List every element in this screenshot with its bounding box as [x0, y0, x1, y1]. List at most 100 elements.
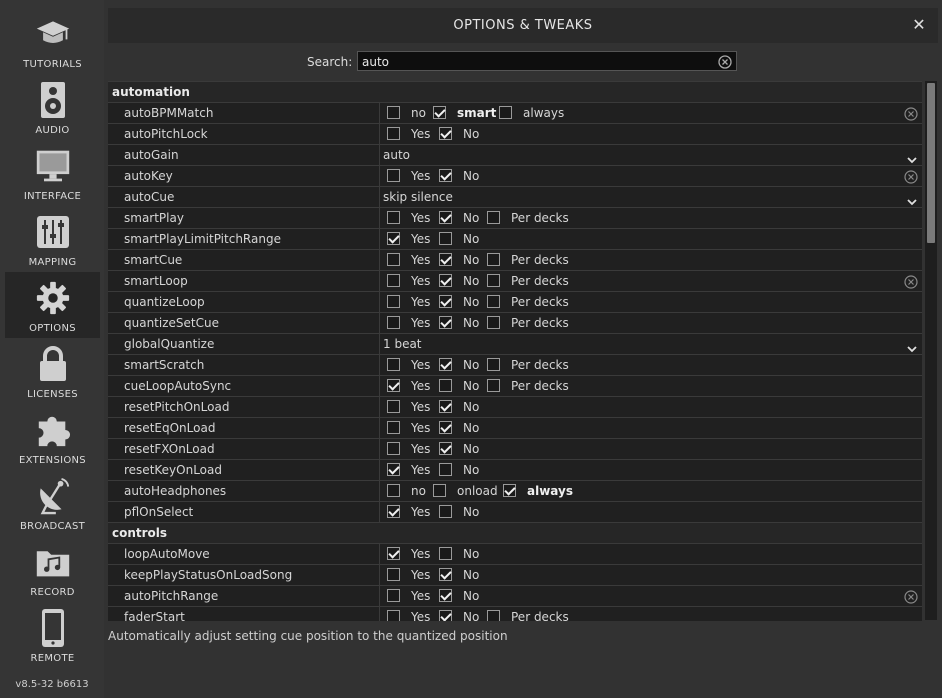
dropdown-value: 1 beat	[383, 337, 422, 351]
checkbox-no[interactable]	[387, 106, 400, 119]
checkbox-yes[interactable]	[387, 610, 400, 621]
search-label: Search:	[307, 55, 353, 69]
checkbox-label: No	[463, 589, 480, 603]
checkbox-no[interactable]	[439, 232, 452, 245]
checkbox-label: no	[411, 484, 426, 498]
sidebar-item-licenses[interactable]: LICENSES	[5, 338, 100, 404]
checkbox-yes[interactable]	[387, 442, 400, 455]
reset-button[interactable]	[904, 274, 918, 293]
checkbox-label: Yes	[411, 463, 431, 477]
checkbox-per-decks[interactable]	[487, 274, 500, 287]
checkbox-no[interactable]	[439, 211, 452, 224]
checkbox-yes[interactable]	[387, 274, 400, 287]
checkbox-no[interactable]	[439, 505, 452, 518]
checkbox-no[interactable]	[439, 547, 452, 560]
checkbox-no[interactable]	[439, 610, 452, 621]
clear-icon	[904, 169, 918, 188]
checkbox-yes[interactable]	[387, 316, 400, 329]
checkbox-yes[interactable]	[387, 295, 400, 308]
checkbox-per-decks[interactable]	[487, 358, 500, 371]
checkbox-yes[interactable]	[387, 358, 400, 371]
search-input[interactable]	[362, 54, 702, 69]
checkbox-label: Yes	[411, 505, 431, 519]
sidebar-item-tutorials[interactable]: TUTORIALS	[5, 8, 100, 74]
option-name: smartScratch	[124, 358, 205, 372]
checkbox-yes[interactable]	[387, 547, 400, 560]
checkbox-label: Per decks	[511, 211, 569, 225]
checkbox-no[interactable]	[439, 442, 452, 455]
checkbox-per-decks[interactable]	[487, 379, 500, 392]
option-dropdown[interactable]: auto	[380, 145, 922, 166]
checkbox-no[interactable]	[439, 400, 452, 413]
checkbox-yes[interactable]	[387, 211, 400, 224]
checkbox-yes[interactable]	[387, 253, 400, 266]
checkbox-label: No	[463, 568, 480, 582]
option-row-smartPlayLimitPitchRange: smartPlayLimitPitchRange Yes No	[108, 229, 922, 250]
option-row-resetKeyOnLoad: resetKeyOnLoad Yes No	[108, 460, 922, 481]
option-value: Yes No	[380, 418, 922, 439]
checkbox-label: Yes	[411, 169, 431, 183]
option-name: quantizeLoop	[124, 295, 205, 309]
checkbox-label: No	[463, 505, 480, 519]
dialog-titlebar: OPTIONS & TWEAKS ✕	[108, 8, 938, 43]
reset-button[interactable]	[904, 589, 918, 608]
checkbox-label: Yes	[411, 442, 431, 456]
checkbox-per-decks[interactable]	[487, 316, 500, 329]
checkbox-no[interactable]	[387, 484, 400, 497]
checkbox-per-decks[interactable]	[487, 295, 500, 308]
checkbox-yes[interactable]	[387, 463, 400, 476]
search-clear-button[interactable]	[718, 54, 732, 73]
option-dropdown[interactable]: skip silence	[380, 187, 922, 208]
sidebar-item-remote[interactable]: REMOTE	[5, 602, 100, 668]
scrollbar[interactable]	[925, 81, 937, 620]
checkbox-yes[interactable]	[387, 589, 400, 602]
checkbox-label: No	[463, 400, 480, 414]
option-row-autoBPMMatch: autoBPMMatch no smart always	[108, 103, 922, 124]
checkbox-yes[interactable]	[387, 400, 400, 413]
checkbox-yes[interactable]	[387, 169, 400, 182]
checkbox-no[interactable]	[439, 421, 452, 434]
checkbox-no[interactable]	[439, 316, 452, 329]
checkbox-no[interactable]	[439, 589, 452, 602]
checkbox-yes[interactable]	[387, 127, 400, 140]
option-name: faderStart	[124, 610, 185, 621]
checkbox-yes[interactable]	[387, 421, 400, 434]
checkbox-no[interactable]	[439, 274, 452, 287]
checkbox-label: no	[411, 106, 426, 120]
version-label: v8.5-32 b6613	[15, 679, 89, 690]
checkbox-per-decks[interactable]	[487, 610, 500, 621]
option-row-resetEqOnLoad: resetEqOnLoad Yes No	[108, 418, 922, 439]
checkbox-no[interactable]	[439, 358, 452, 371]
checkbox-always[interactable]	[499, 106, 512, 119]
sidebar-item-record[interactable]: RECORD	[5, 536, 100, 602]
scrollbar-thumb[interactable]	[927, 83, 935, 243]
reset-button[interactable]	[904, 169, 918, 188]
checkbox-no[interactable]	[439, 463, 452, 476]
reset-button[interactable]	[904, 106, 918, 125]
checkbox-label: always	[527, 484, 573, 498]
checkbox-no[interactable]	[439, 253, 452, 266]
checkbox-yes[interactable]	[387, 379, 400, 392]
sidebar-item-options[interactable]: OPTIONS	[5, 272, 100, 338]
sidebar-item-audio[interactable]: AUDIO	[5, 74, 100, 140]
sidebar-item-broadcast[interactable]: BROADCAST	[5, 470, 100, 536]
option-dropdown[interactable]: 1 beat	[380, 334, 922, 355]
checkbox-always[interactable]	[503, 484, 516, 497]
checkbox-no[interactable]	[439, 127, 452, 140]
checkbox-no[interactable]	[439, 379, 452, 392]
checkbox-per-decks[interactable]	[487, 253, 500, 266]
checkbox-label: No	[463, 610, 480, 621]
sidebar-item-interface[interactable]: INTERFACE	[5, 140, 100, 206]
checkbox-per-decks[interactable]	[487, 211, 500, 224]
sidebar-item-extensions[interactable]: EXTENSIONS	[5, 404, 100, 470]
checkbox-onload[interactable]	[433, 484, 446, 497]
checkbox-no[interactable]	[439, 169, 452, 182]
checkbox-yes[interactable]	[387, 568, 400, 581]
checkbox-no[interactable]	[439, 568, 452, 581]
checkbox-smart[interactable]	[433, 106, 446, 119]
checkbox-yes[interactable]	[387, 505, 400, 518]
sidebar-item-mapping[interactable]: MAPPING	[5, 206, 100, 272]
checkbox-yes[interactable]	[387, 232, 400, 245]
close-button[interactable]: ✕	[909, 15, 929, 35]
checkbox-no[interactable]	[439, 295, 452, 308]
